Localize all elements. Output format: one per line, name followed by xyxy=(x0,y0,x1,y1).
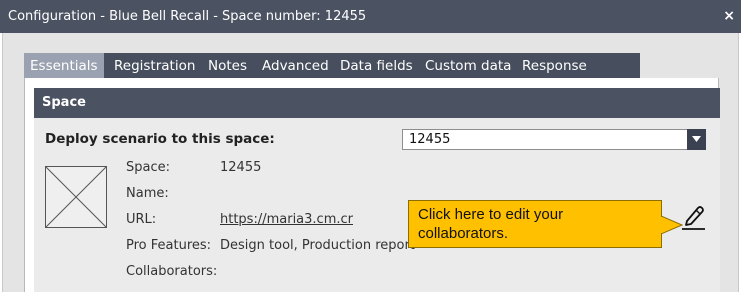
title-bar: Configuration - Blue Bell Recall - Space… xyxy=(0,0,741,33)
dialog: Essentials Registration Notes Advanced D… xyxy=(2,33,739,292)
space-select-value: 12455 xyxy=(409,132,451,147)
tab-data-fields[interactable]: Data fields xyxy=(334,53,419,78)
tab-registration[interactable]: Registration xyxy=(108,53,201,78)
tab-panel: Space Deploy scenario to this space: 124… xyxy=(24,78,720,292)
pencil-icon[interactable] xyxy=(679,204,707,230)
tab-bar: Essentials Registration Notes Advanced D… xyxy=(24,53,640,100)
pro-features-label: Pro Features: xyxy=(126,238,212,253)
tab-custom-data[interactable]: Custom data xyxy=(419,53,517,78)
window-title: Configuration - Blue Bell Recall - Space… xyxy=(8,9,367,24)
section-header: Space xyxy=(34,88,720,118)
image-placeholder-icon xyxy=(45,166,107,228)
name-label: Name: xyxy=(126,186,169,201)
space-value: 12455 xyxy=(220,160,262,175)
space-label: Space: xyxy=(126,160,170,175)
collaborators-label: Collaborators: xyxy=(126,264,218,279)
url-link[interactable]: https://maria3.cm.cr xyxy=(220,212,353,227)
tab-notes[interactable]: Notes xyxy=(202,53,253,78)
pro-features-value: Design tool, Production report xyxy=(220,238,415,253)
edit-collaborators-callout: Click here to edit your collaborators. xyxy=(408,200,662,248)
space-section: Deploy scenario to this space: 12455 Spa… xyxy=(34,118,720,292)
space-select[interactable]: 12455 xyxy=(402,129,706,150)
tab-response-report[interactable]: Response Report xyxy=(516,53,640,100)
chevron-down-icon[interactable] xyxy=(687,129,706,150)
close-icon[interactable]: × xyxy=(723,0,735,33)
tab-essentials[interactable]: Essentials xyxy=(24,53,104,78)
tab-advanced[interactable]: Advanced xyxy=(256,53,335,78)
url-label: URL: xyxy=(126,212,157,227)
deploy-label: Deploy scenario to this space: xyxy=(45,131,275,147)
